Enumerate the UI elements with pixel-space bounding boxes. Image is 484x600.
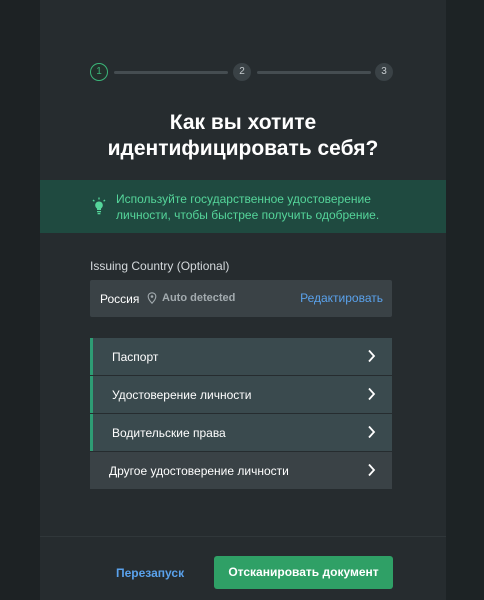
document-option-label: Удостоверение личности <box>112 388 252 402</box>
chevron-right-icon <box>368 349 376 363</box>
chevron-right-icon <box>368 425 376 439</box>
page-title-line-1: Как вы хотите <box>169 111 317 134</box>
page-title: Как вы хотите идентифицировать себя? <box>40 110 446 162</box>
step-3: 3 <box>375 63 393 81</box>
document-type-list: Паспорт Удостоверение личности Водительс… <box>90 338 392 490</box>
restart-button[interactable]: Перезапуск <box>116 566 184 580</box>
page-title-line-2: идентифицировать себя? <box>107 137 379 160</box>
info-banner-text: Используйте государственное удостоверени… <box>116 192 380 222</box>
left-backdrop <box>0 0 40 600</box>
location-pin-icon <box>147 292 157 304</box>
chevron-right-icon <box>368 387 376 401</box>
step-connector <box>257 71 371 74</box>
verification-panel: 1 2 3 Как вы хотите идентифицировать себ… <box>40 0 446 600</box>
auto-detected-text: Auto detected <box>162 292 236 304</box>
document-option-other-id[interactable]: Другое удостоверение личности <box>90 452 392 489</box>
document-option-label: Другое удостоверение личности <box>109 464 289 478</box>
issuing-country-label: Issuing Country (Optional) <box>90 259 230 273</box>
step-2: 2 <box>233 63 251 81</box>
country-value: Россия <box>100 292 140 306</box>
right-backdrop <box>446 0 484 600</box>
step-1: 1 <box>90 63 108 81</box>
scan-document-button[interactable]: Отсканировать документ <box>214 556 393 589</box>
issuing-country-field: Россия Auto detected Редактировать <box>90 280 392 317</box>
lightbulb-icon <box>92 197 106 215</box>
chevron-right-icon <box>368 463 376 477</box>
progress-stepper: 1 2 3 <box>90 63 394 83</box>
edit-country-link[interactable]: Редактировать <box>300 291 383 305</box>
step-connector <box>114 71 228 74</box>
document-option-id-card[interactable]: Удостоверение личности <box>90 376 392 413</box>
info-banner: Используйте государственное удостоверени… <box>40 180 446 233</box>
document-option-passport[interactable]: Паспорт <box>90 338 392 375</box>
document-option-drivers-license[interactable]: Водительские права <box>90 414 392 451</box>
footer-divider <box>40 536 446 537</box>
document-option-label: Паспорт <box>112 350 159 364</box>
document-option-label: Водительские права <box>112 426 226 440</box>
